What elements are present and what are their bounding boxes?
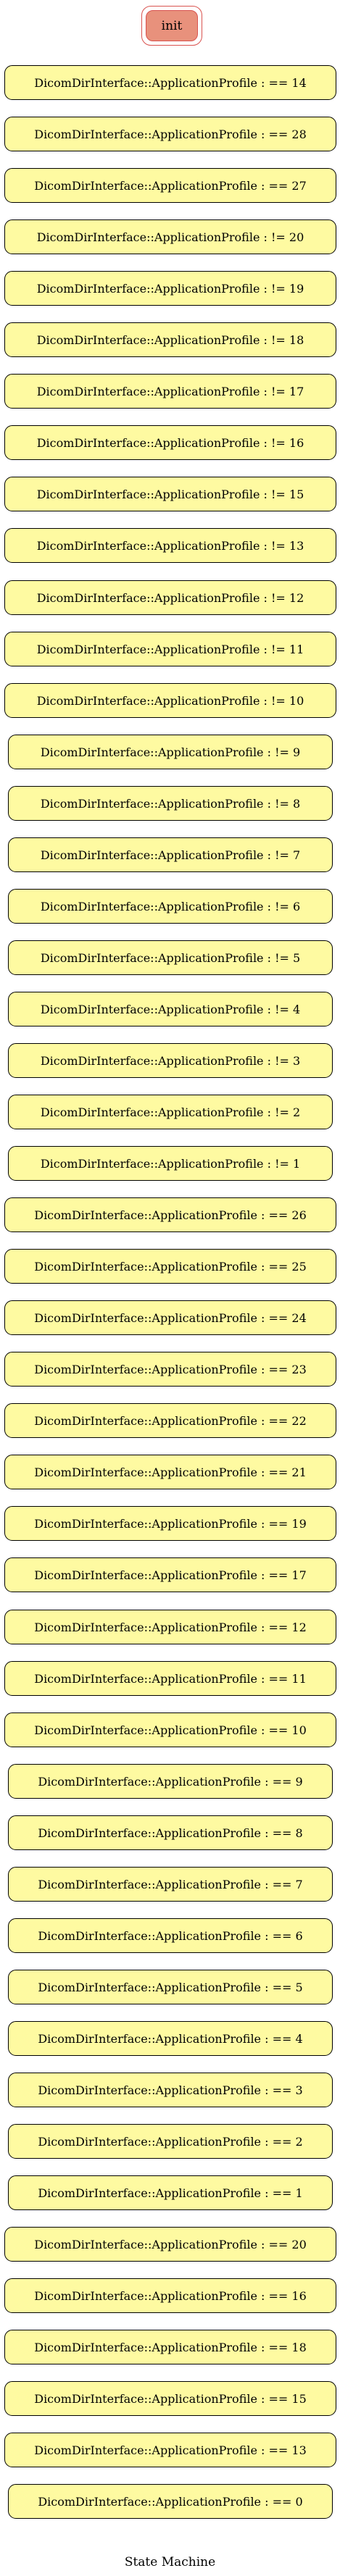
state-node: DicomDirInterface::ApplicationProfile : … (4, 1610, 336, 1644)
state-node: DicomDirInterface::ApplicationProfile : … (4, 477, 336, 511)
state-node: DicomDirInterface::ApplicationProfile : … (8, 1043, 333, 1078)
state-node: DicomDirInterface::ApplicationProfile : … (4, 1403, 336, 1438)
state-node: DicomDirInterface::ApplicationProfile : … (8, 1146, 333, 1181)
state-machine-diagram: init DicomDirInterface::ApplicationProfi… (0, 0, 340, 2576)
state-node: DicomDirInterface::ApplicationProfile : … (4, 1713, 336, 1747)
state-node: DicomDirInterface::ApplicationProfile : … (4, 580, 336, 615)
state-node: DicomDirInterface::ApplicationProfile : … (4, 425, 336, 460)
state-node: DicomDirInterface::ApplicationProfile : … (4, 1557, 336, 1592)
state-node: DicomDirInterface::ApplicationProfile : … (4, 1506, 336, 1541)
state-node: DicomDirInterface::ApplicationProfile : … (4, 683, 336, 718)
state-node: DicomDirInterface::ApplicationProfile : … (4, 65, 336, 100)
state-node: DicomDirInterface::ApplicationProfile : … (4, 322, 336, 357)
state-node: DicomDirInterface::ApplicationProfile : … (4, 1661, 336, 1696)
state-node: DicomDirInterface::ApplicationProfile : … (8, 2073, 333, 2107)
state-node: DicomDirInterface::ApplicationProfile : … (4, 1455, 336, 1489)
state-node: DicomDirInterface::ApplicationProfile : … (8, 992, 333, 1026)
state-node: DicomDirInterface::ApplicationProfile : … (4, 374, 336, 409)
state-node: DicomDirInterface::ApplicationProfile : … (8, 786, 333, 821)
state-node: DicomDirInterface::ApplicationProfile : … (4, 1249, 336, 1284)
state-node: DicomDirInterface::ApplicationProfile : … (4, 632, 336, 666)
state-node: DicomDirInterface::ApplicationProfile : … (8, 1970, 333, 2004)
state-node: DicomDirInterface::ApplicationProfile : … (8, 837, 333, 872)
state-node: DicomDirInterface::ApplicationProfile : … (8, 1918, 333, 1953)
state-node: DicomDirInterface::ApplicationProfile : … (4, 271, 336, 306)
state-node: DicomDirInterface::ApplicationProfile : … (4, 168, 336, 203)
diagram-caption: State Machine (124, 2555, 216, 2569)
state-node: DicomDirInterface::ApplicationProfile : … (8, 2124, 333, 2159)
state-node: DicomDirInterface::ApplicationProfile : … (8, 889, 333, 924)
state-node: DicomDirInterface::ApplicationProfile : … (4, 1300, 336, 1335)
state-node: DicomDirInterface::ApplicationProfile : … (4, 2278, 336, 2313)
state-node: DicomDirInterface::ApplicationProfile : … (8, 1867, 333, 1902)
state-node: DicomDirInterface::ApplicationProfile : … (4, 2433, 336, 2467)
state-node: DicomDirInterface::ApplicationProfile : … (8, 2175, 333, 2210)
state-node: DicomDirInterface::ApplicationProfile : … (4, 2330, 336, 2364)
state-node: DicomDirInterface::ApplicationProfile : … (4, 117, 336, 151)
initial-state-node: init (146, 10, 198, 41)
state-node: DicomDirInterface::ApplicationProfile : … (4, 2227, 336, 2262)
state-node: DicomDirInterface::ApplicationProfile : … (8, 940, 333, 975)
state-node: DicomDirInterface::ApplicationProfile : … (8, 735, 333, 769)
state-node: DicomDirInterface::ApplicationProfile : … (8, 2484, 333, 2519)
state-node: DicomDirInterface::ApplicationProfile : … (8, 1815, 333, 1850)
state-node: DicomDirInterface::ApplicationProfile : … (4, 1352, 336, 1387)
state-node: DicomDirInterface::ApplicationProfile : … (4, 2381, 336, 2416)
state-node: DicomDirInterface::ApplicationProfile : … (8, 2021, 333, 2056)
state-node: DicomDirInterface::ApplicationProfile : … (4, 1197, 336, 1232)
state-node: DicomDirInterface::ApplicationProfile : … (4, 219, 336, 254)
state-node: DicomDirInterface::ApplicationProfile : … (8, 1764, 333, 1799)
state-node: DicomDirInterface::ApplicationProfile : … (8, 1095, 333, 1129)
state-node: DicomDirInterface::ApplicationProfile : … (4, 528, 336, 563)
